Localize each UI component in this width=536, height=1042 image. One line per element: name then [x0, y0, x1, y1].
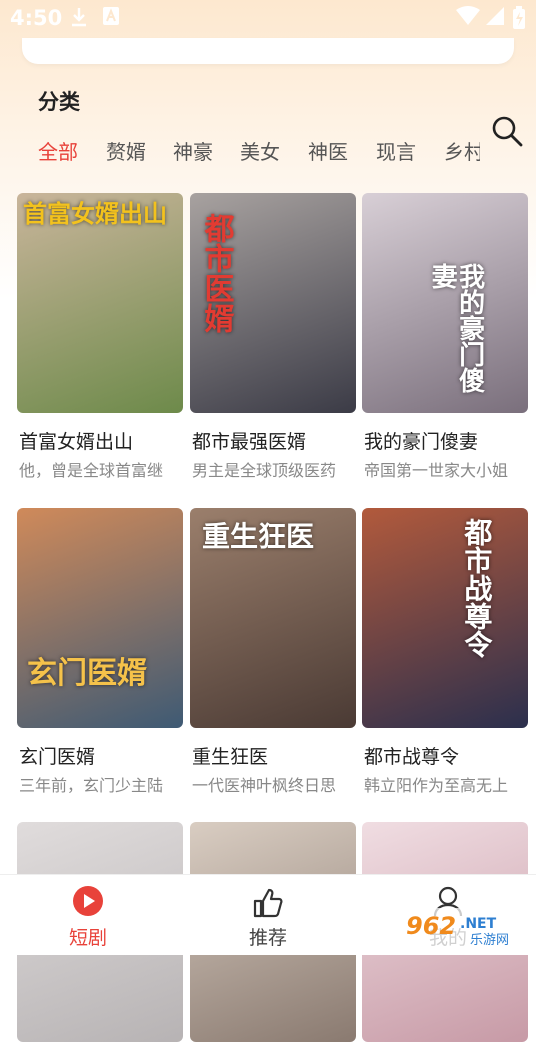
drama-poster[interactable]: 玄门医婿 [17, 508, 183, 728]
search-icon [490, 116, 524, 152]
poster-title-text: 重生狂医 [202, 520, 315, 553]
svg-text:962: 962 [406, 912, 456, 940]
drama-description: 男主是全球顶级医药 [192, 461, 337, 480]
drama-title[interactable]: 都市最强医婿 [192, 427, 306, 454]
svg-text:.NET: .NET [460, 916, 497, 932]
play-circle-icon [72, 885, 104, 921]
tab-shenyi[interactable]: 神医 [308, 136, 348, 165]
category-tabs: 全部 赘婿 神豪 美女 神医 现言 乡村 [0, 136, 480, 168]
poster-title-text: 首富女婿出山 [23, 199, 167, 228]
tab-shenhao[interactable]: 神豪 [173, 136, 213, 165]
nav-item-recommend[interactable]: 推荐 [208, 875, 328, 955]
search-card [22, 38, 514, 64]
app-a-icon [102, 6, 120, 31]
site-watermark: 962 .NET 乐游网 [400, 906, 530, 950]
drama-description: 他，曾是全球首富继 [19, 461, 164, 480]
tab-meinv[interactable]: 美女 [240, 136, 280, 165]
tab-zhuixu[interactable]: 赘婿 [106, 136, 146, 165]
wifi-icon [456, 6, 480, 31]
drama-description: 帝国第一世家大小姐 [364, 461, 509, 480]
poster-title-text: 都市医婿 [198, 213, 234, 333]
tab-xiangcun[interactable]: 乡村 [444, 136, 480, 165]
drama-poster[interactable]: 都市战尊令 [362, 508, 528, 728]
download-icon [70, 6, 88, 33]
tab-xianyan[interactable]: 现言 [376, 136, 416, 165]
nav-label: 短剧 [68, 927, 107, 949]
status-bar: 4:50 [0, 0, 536, 36]
category-title: 分类 [38, 90, 80, 114]
status-time: 4:50 [10, 6, 63, 30]
nav-label: 推荐 [248, 927, 287, 949]
poster-title-text: 玄门医婿 [27, 656, 147, 691]
drama-title[interactable]: 玄门医婿 [19, 742, 95, 769]
nav-item-shorts[interactable]: 短剧 [28, 875, 148, 955]
drama-poster[interactable]: 重生狂医 [190, 508, 356, 728]
drama-description: 三年前，玄门少主陆 [19, 776, 164, 795]
drama-description: 韩立阳作为至高无上 [364, 776, 509, 795]
drama-title[interactable]: 首富女婿出山 [19, 427, 133, 454]
drama-poster[interactable]: 首富女婿出山 [17, 193, 183, 413]
drama-title[interactable]: 都市战尊令 [364, 742, 459, 769]
drama-title[interactable]: 我的豪门傻妻 [364, 427, 478, 454]
thumbs-up-icon [252, 887, 284, 923]
drama-poster[interactable]: 都市医婿 [190, 193, 356, 413]
signal-icon [484, 6, 506, 31]
drama-description: 一代医神叶枫终日思 [192, 776, 337, 795]
tab-all[interactable]: 全部 [38, 136, 78, 165]
battery-icon [512, 6, 526, 35]
svg-text:乐游网: 乐游网 [470, 933, 509, 948]
drama-title[interactable]: 重生狂医 [192, 742, 268, 769]
search-button[interactable] [490, 114, 524, 148]
poster-title-text: 都市战尊令 [460, 518, 494, 658]
drama-poster[interactable]: 我的豪门傻妻 [362, 193, 528, 413]
poster-title-text: 我的豪门傻妻 [427, 263, 485, 393]
